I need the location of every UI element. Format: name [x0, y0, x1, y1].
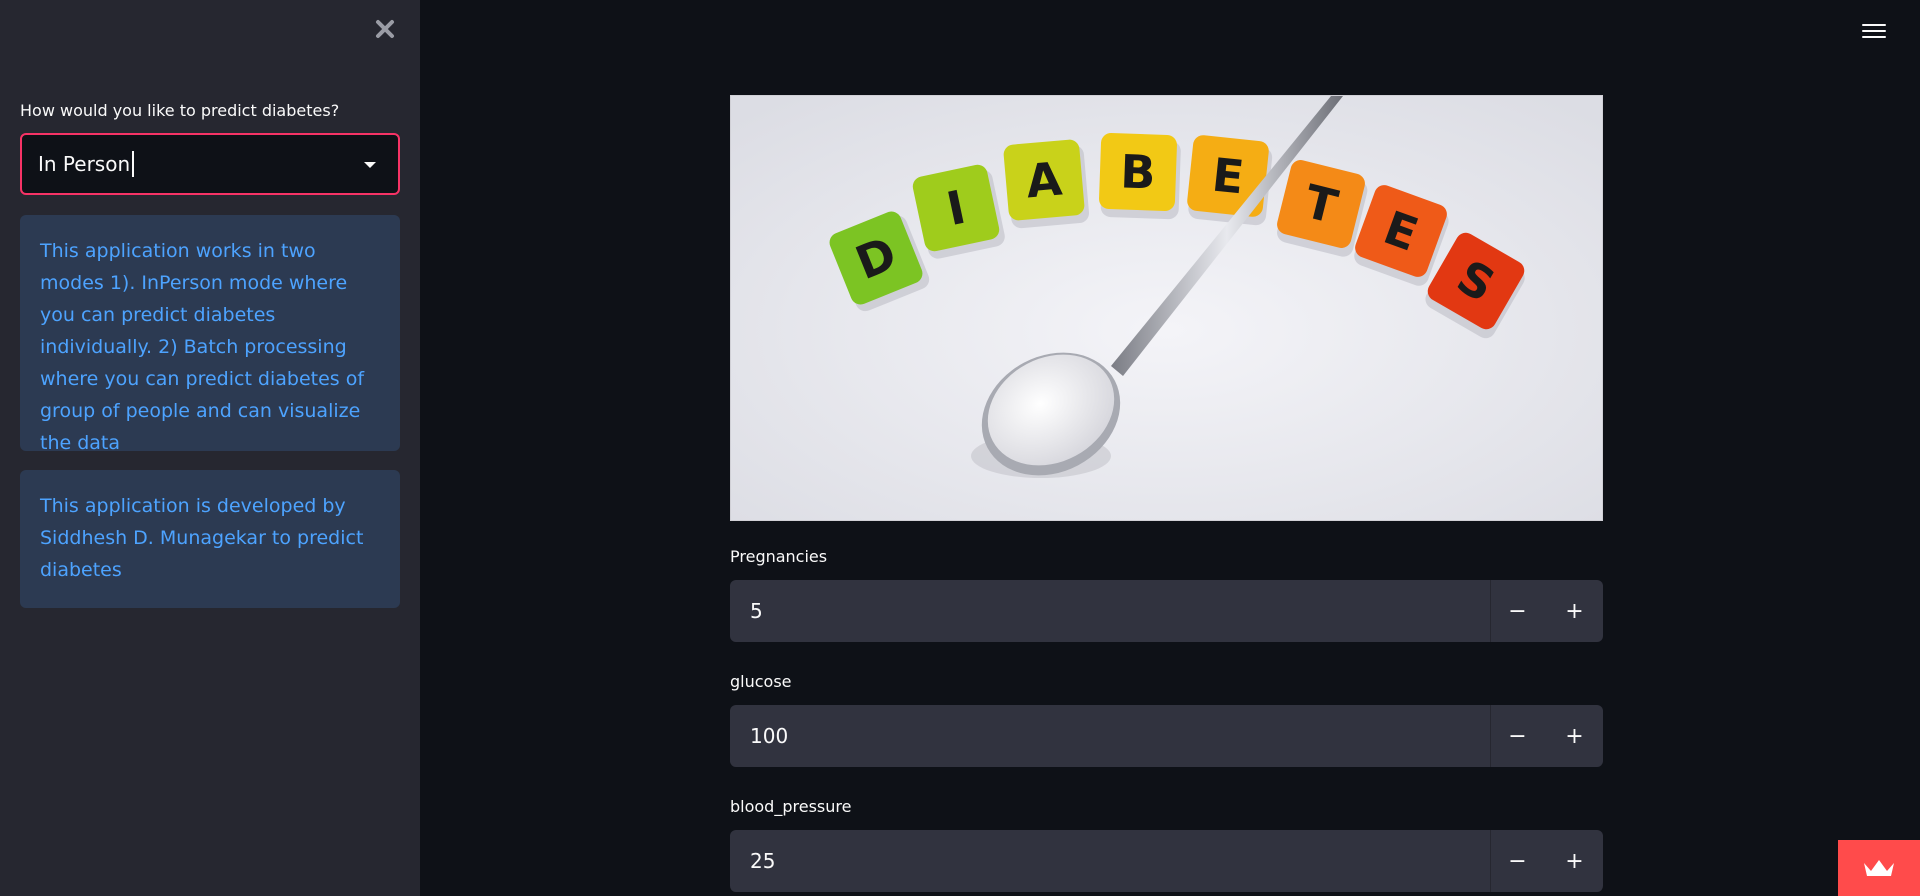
glucose-increment-button[interactable]: + — [1546, 705, 1603, 767]
pregnancies-increment-button[interactable]: + — [1546, 580, 1603, 642]
info-box-developer: This application is developed by Siddhes… — [20, 470, 400, 608]
mode-select[interactable]: In Person — [20, 133, 400, 195]
tile-letter: B — [1120, 144, 1157, 199]
letter-tile: E — [1187, 135, 1273, 226]
blood-pressure-label: blood_pressure — [730, 797, 852, 816]
pregnancies-label: Pregnancies — [730, 547, 828, 566]
blood-pressure-decrement-button[interactable]: − — [1489, 830, 1546, 892]
close-sidebar-button[interactable] — [372, 16, 398, 42]
info-text-modes: This application works in two modes 1). … — [40, 240, 365, 454]
blood-pressure-increment-button[interactable]: + — [1546, 830, 1603, 892]
glucose-decrement-button[interactable]: − — [1489, 705, 1546, 767]
pregnancies-value[interactable]: 5 — [730, 599, 1489, 623]
close-icon — [376, 20, 394, 38]
main-content: DIABETES Pregnancies 5 − + glucose 100 −… — [730, 95, 1603, 892]
mode-select-label: How would you like to predict diabetes? — [20, 101, 340, 120]
chevron-down-icon[interactable] — [364, 162, 376, 168]
stepper-divider — [1490, 830, 1491, 892]
tile-letter: A — [1024, 152, 1065, 209]
hamburger-menu-icon[interactable] — [1862, 20, 1886, 44]
tile-letter: E — [1210, 148, 1247, 205]
pregnancies-input[interactable]: 5 − + — [730, 580, 1603, 642]
text-cursor — [132, 151, 135, 177]
crown-icon — [1864, 860, 1894, 876]
blood-pressure-input[interactable]: 25 − + — [730, 830, 1603, 892]
pregnancies-decrement-button[interactable]: − — [1489, 580, 1546, 642]
info-box-modes: This application works in two modes 1). … — [20, 215, 400, 454]
diabetes-hero-image: DIABETES — [730, 95, 1603, 521]
info-text-developer: This application is developed by Siddhes… — [40, 495, 364, 581]
stepper-divider — [1490, 705, 1491, 767]
blood-pressure-value[interactable]: 25 — [730, 849, 1489, 873]
sidebar: How would you like to predict diabetes? … — [0, 0, 420, 896]
glucose-value[interactable]: 100 — [730, 724, 1489, 748]
mode-select-value: In Person — [38, 152, 131, 176]
glucose-label: glucose — [730, 672, 792, 691]
letter-tile: A — [1003, 139, 1090, 229]
glucose-input[interactable]: 100 − + — [730, 705, 1603, 767]
stepper-divider — [1490, 580, 1491, 642]
streamlit-badge[interactable] — [1838, 840, 1920, 896]
letter-tile: B — [1099, 133, 1181, 220]
